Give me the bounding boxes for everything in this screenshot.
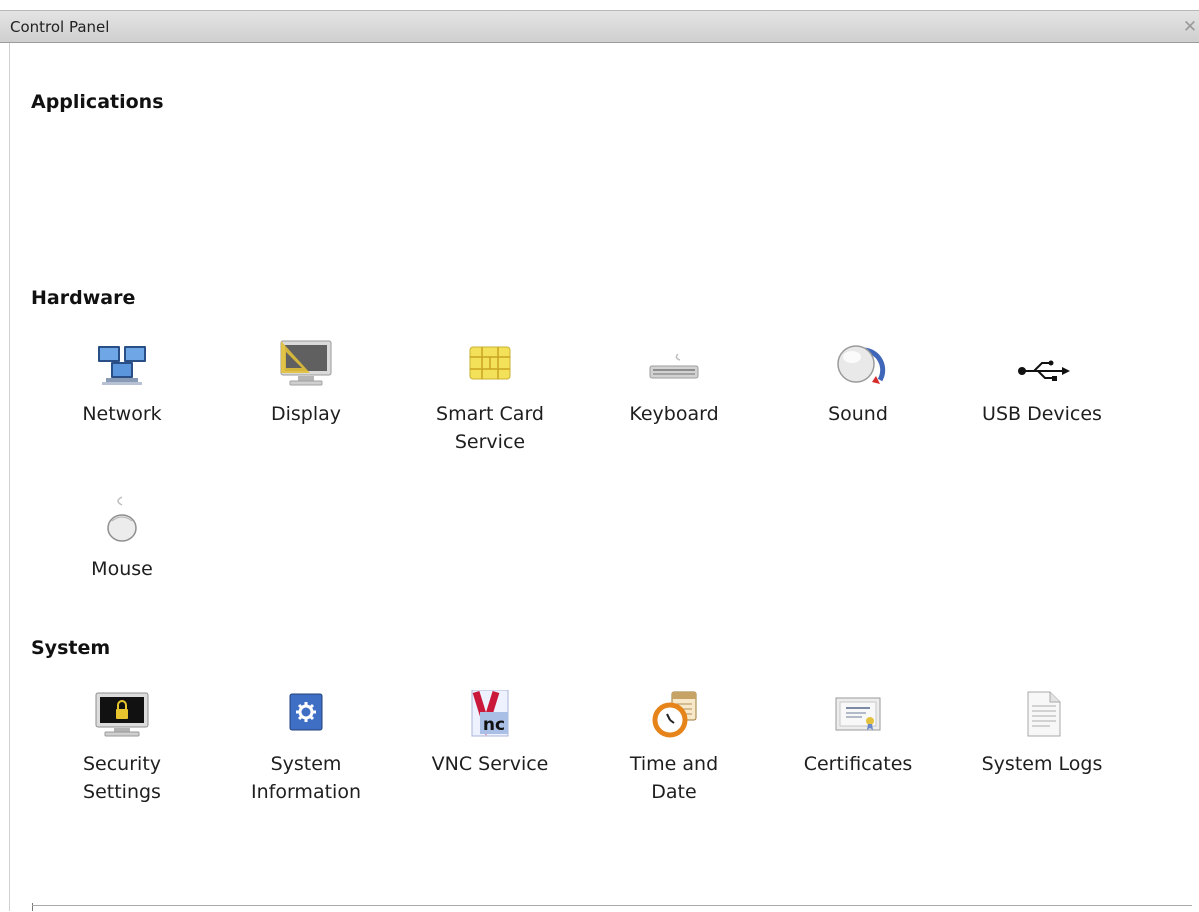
system-item-label: Time and Date (629, 753, 719, 803)
hardware-item-label: Keyboard (629, 403, 719, 425)
section-title-hardware: Hardware (31, 287, 136, 309)
certificate-icon (830, 690, 886, 738)
security-icon (94, 690, 150, 738)
hardware-item-label: USB Devices (982, 403, 1102, 425)
mouse-icon (94, 495, 150, 543)
vnc-icon-text: nc (483, 715, 505, 735)
hardware-item-display[interactable]: Display (231, 340, 381, 428)
system-item-time-and-date[interactable]: Time and Date (599, 690, 749, 806)
vnc-icon: nc (462, 690, 518, 738)
hardware-item-sound[interactable]: Sound (783, 340, 933, 428)
system-item-security-settings[interactable]: Security Settings (47, 690, 197, 806)
hardware-item-keyboard[interactable]: Keyboard (599, 340, 749, 428)
display-icon (278, 340, 334, 388)
hardware-item-usb-devices[interactable]: USB Devices (967, 340, 1117, 428)
hardware-item-smart-card-service[interactable]: Smart Card Service (415, 340, 565, 456)
window-title: Control Panel (10, 18, 110, 36)
clock-calendar-icon (646, 690, 702, 738)
system-item-system-logs[interactable]: System Logs (967, 690, 1117, 778)
hardware-item-label: Smart Card Service (436, 403, 544, 453)
system-item-system-information[interactable]: System Information (231, 690, 381, 806)
hardware-item-label: Sound (828, 403, 888, 425)
usb-icon (1014, 340, 1070, 388)
smart-card-icon (462, 340, 518, 388)
window-titlebar: Control Panel ✕ (0, 10, 1199, 43)
sound-icon (830, 340, 886, 388)
network-icon (94, 340, 150, 388)
system-item-label: VNC Service (431, 753, 549, 775)
hardware-item-network[interactable]: Network (47, 340, 197, 428)
hardware-item-mouse[interactable]: Mouse (47, 495, 197, 583)
section-title-system: System (31, 637, 111, 659)
log-document-icon (1014, 690, 1070, 738)
keyboard-icon (646, 340, 702, 388)
system-item-label: System Information (251, 753, 361, 803)
system-info-icon (278, 690, 334, 738)
system-item-certificates[interactable]: Certificates (783, 690, 933, 778)
system-item-vnc-service[interactable]: nc VNC Service (415, 690, 565, 778)
hardware-item-label: Display (270, 403, 342, 425)
system-item-label: Security Settings (82, 753, 162, 803)
system-item-label: System Logs (981, 753, 1103, 775)
hardware-item-label: Network (82, 403, 162, 425)
hardware-item-label: Mouse (91, 558, 153, 580)
window-left-border (9, 43, 10, 911)
system-item-label: Certificates (803, 753, 913, 775)
close-button[interactable]: ✕ (1181, 16, 1199, 38)
section-title-applications: Applications (31, 91, 164, 113)
